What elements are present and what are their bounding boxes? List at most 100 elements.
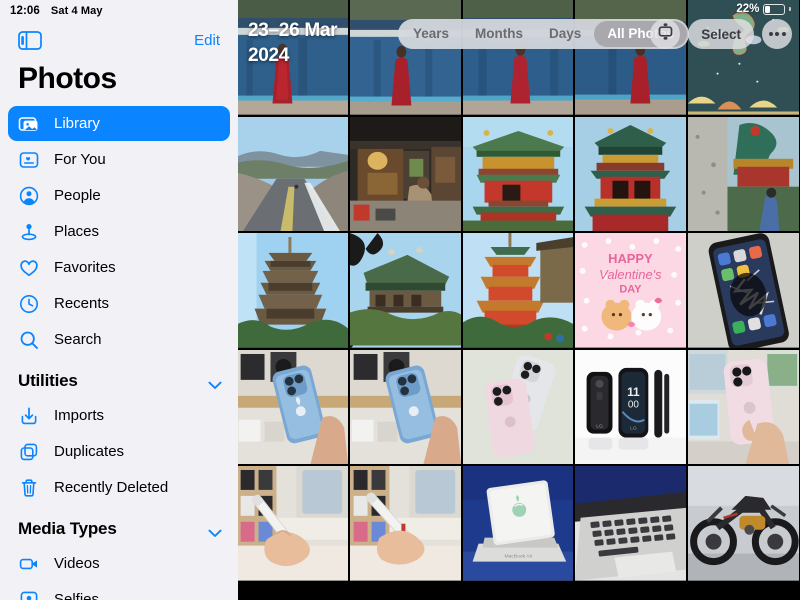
sidebar-item-label: Places (54, 223, 100, 240)
sidebar-toolbar: Edit (0, 22, 238, 58)
sidebar-item-places[interactable]: Places (8, 214, 230, 249)
page-title: Photos (18, 62, 117, 95)
sidebar-item-label: For You (54, 151, 106, 168)
sidebar-media-types-list: Videos Selfies (0, 546, 238, 600)
aspect-zoom-icon (657, 23, 674, 45)
woman-red-dress-blue-wall-4[interactable] (575, 0, 687, 115)
clock-icon (18, 293, 40, 315)
svg-text:MacBook Air: MacBook Air (504, 554, 532, 560)
lg-curved-phone-product[interactable]: 11 00 LG LG (575, 349, 687, 464)
sidebar-item-selfies[interactable]: Selfies (8, 582, 230, 600)
battery-percent-label: 22% (736, 3, 760, 15)
blue-iphone-pro-in-hand-1[interactable] (238, 349, 348, 464)
timeline-segmented-control[interactable]: Years Months Days All Photos (398, 19, 690, 49)
chevron-down-icon[interactable] (208, 525, 222, 537)
happy-valentines-day-card[interactable]: HAPPY Valentine's DAY (575, 233, 687, 348)
toolbar-right-actions: Select (650, 19, 792, 49)
chevron-down-icon[interactable] (208, 377, 222, 389)
five-story-pagoda[interactable] (238, 233, 348, 348)
person-circle-icon (18, 185, 40, 207)
mountain-highway-road[interactable] (238, 116, 348, 231)
apple-pencil-in-hand-2[interactable] (349, 466, 461, 581)
japanese-temple-ornate-2[interactable] (575, 116, 687, 231)
sidebar-item-people[interactable]: People (8, 178, 230, 213)
duplicate-squares-icon (18, 441, 40, 463)
search-icon (18, 329, 40, 351)
sidebar-item-recently-deleted[interactable]: Recently Deleted (8, 470, 230, 505)
segment-years[interactable]: Years (400, 21, 462, 47)
cartoon-dragon-night-sky[interactable] (688, 0, 799, 115)
svg-text:HAPPY: HAPPY (609, 251, 654, 266)
sidebar-item-label: Duplicates (54, 443, 125, 460)
woman-red-dress-blue-wall-1[interactable] (238, 0, 348, 115)
status-time: 12:06 (10, 5, 40, 17)
more-options-button[interactable] (762, 19, 792, 49)
sidebar-item-for-you[interactable]: For You (8, 142, 230, 177)
blue-iphone-pro-in-hand-2[interactable] (349, 349, 461, 464)
sidebar-item-label: Videos (54, 555, 100, 572)
sidebar-item-favorites[interactable]: Favorites (8, 250, 230, 285)
pink-iphone-in-hand[interactable] (688, 349, 799, 464)
sidebar-item-videos[interactable]: Videos (8, 546, 230, 581)
sidebar-toggle-icon[interactable] (18, 30, 42, 50)
map-pin-icon (18, 221, 40, 243)
svg-text:DAY: DAY (620, 284, 643, 296)
battery-icon (763, 3, 786, 15)
sidebar-item-recents[interactable]: Recents (8, 286, 230, 321)
section-title: Utilities (18, 371, 78, 390)
svg-text:11: 11 (627, 384, 640, 398)
pink-white-iphones-pair[interactable] (462, 349, 574, 464)
woman-red-dress-blue-wall-2[interactable] (349, 0, 461, 115)
sidebar-item-imports[interactable]: Imports (8, 398, 230, 433)
photo-stack-icon (18, 113, 40, 135)
svg-text:LG: LG (630, 425, 637, 431)
sidebar-item-label: Favorites (54, 259, 116, 276)
temple-pillar-visitor[interactable] (688, 116, 799, 231)
sidebar-item-label: Selfies (54, 591, 100, 600)
sidebar-item-search[interactable]: Search (8, 322, 230, 357)
photos-app-window: 12:06 Sat 4 May Edit Photos Library For … (0, 0, 800, 600)
sidebar-item-label: People (54, 187, 101, 204)
cracked-iphone-screen[interactable] (688, 233, 799, 348)
section-header-media-types[interactable]: Media Types (0, 506, 238, 546)
macbook-on-blue-backdrop[interactable]: MacBook Air (462, 466, 574, 581)
import-arrow-icon (18, 405, 40, 427)
svg-text:00: 00 (628, 399, 640, 410)
battery-status: 22% (736, 3, 791, 15)
sidebar-utilities-list: Imports Duplicates Recently Deleted (0, 398, 238, 505)
apple-pencil-in-hand-1[interactable] (238, 466, 348, 581)
select-button[interactable]: Select (688, 19, 754, 49)
macbook-keyboard-closeup[interactable] (575, 466, 687, 581)
sidebar-primary-list: Library For You People Places Favorites … (0, 106, 238, 357)
aspect-zoom-button[interactable] (650, 19, 681, 49)
trash-icon (18, 477, 40, 499)
segment-days[interactable]: Days (536, 21, 594, 47)
temple-roof-closeup[interactable] (349, 233, 461, 348)
woman-red-dress-blue-wall-3[interactable] (462, 0, 574, 115)
svg-text:LG: LG (597, 423, 604, 429)
section-header-utilities[interactable]: Utilities (0, 358, 238, 398)
video-camera-icon (18, 553, 40, 575)
sidebar-item-label: Recently Deleted (54, 479, 169, 496)
photo-grid: HAPPY Valentine's DAY 11 00 LG LG MacBook Air (238, 0, 799, 581)
selfie-person-icon (18, 589, 40, 600)
sidebar-item-label: Imports (54, 407, 105, 424)
black-motorcycle[interactable] (688, 466, 799, 581)
sidebar-item-label: Library (54, 115, 100, 132)
ellipsis-icon (768, 32, 786, 36)
edit-button[interactable]: Edit (194, 32, 220, 49)
status-date: Sat 4 May (50, 5, 103, 17)
japanese-temple-gate-1[interactable] (462, 116, 574, 231)
red-pagoda-trees[interactable] (462, 233, 574, 348)
svg-text:Valentine's: Valentine's (600, 267, 663, 282)
battery-tip (789, 7, 791, 11)
sidebar-item-library[interactable]: Library (8, 106, 230, 141)
heart-icon (18, 257, 40, 279)
street-food-stall[interactable] (349, 116, 461, 231)
sidebar-item-label: Recents (54, 295, 110, 312)
sidebar-item-duplicates[interactable]: Duplicates (8, 434, 230, 469)
for-you-card-icon (18, 149, 40, 171)
segment-months[interactable]: Months (462, 21, 536, 47)
section-title: Media Types (18, 519, 117, 538)
status-bar: 12:06 Sat 4 May (0, 0, 238, 22)
